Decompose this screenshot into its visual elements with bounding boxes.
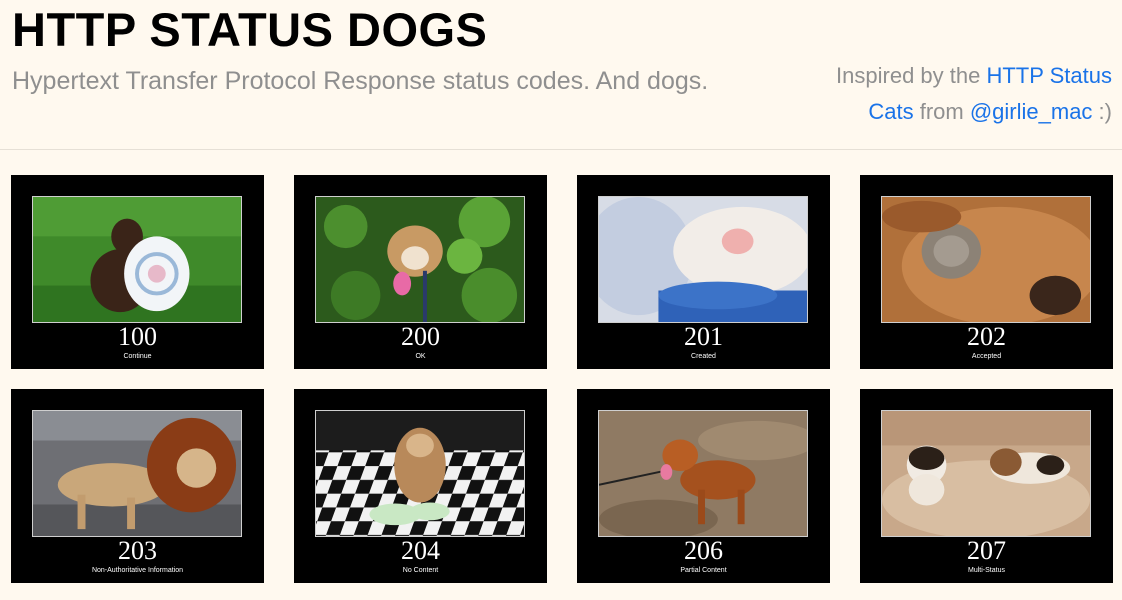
status-code: 204	[401, 536, 440, 565]
status-dog-grid: 100 Continue 200 OK 201 Created 202 Acce…	[11, 175, 1113, 583]
dog-photo-200	[315, 196, 525, 323]
status-description: No Content	[402, 567, 439, 574]
dog-photo-201	[598, 196, 808, 323]
status-description: OK	[415, 353, 426, 360]
status-code: 206	[684, 536, 723, 565]
page-header: HTTP STATUS DOGS Hypertext Transfer Prot…	[0, 0, 1122, 150]
status-code: 207	[967, 536, 1006, 565]
page-tagline: Hypertext Transfer Protocol Response sta…	[12, 67, 709, 95]
status-card-201[interactable]: 201 Created	[577, 175, 830, 369]
status-code: 201	[684, 322, 723, 351]
status-description: Accepted	[971, 353, 1002, 360]
credit-prefix: Inspired by the	[836, 63, 987, 88]
status-card-204[interactable]: 204 No Content	[294, 389, 547, 583]
status-description: Non-Authoritative Information	[91, 567, 184, 574]
credit-suffix: :)	[1092, 99, 1112, 124]
status-description: Created	[691, 353, 716, 360]
dog-photo-100	[32, 196, 242, 323]
status-code: 203	[118, 536, 157, 565]
dog-photo-207	[881, 410, 1091, 537]
dog-photo-204	[315, 410, 525, 537]
credit-mid: from	[913, 99, 970, 124]
credit-note: Inspired by the HTTP Status Cats from @g…	[802, 58, 1112, 130]
status-card-200[interactable]: 200 OK	[294, 175, 547, 369]
status-code: 100	[118, 322, 157, 351]
dog-photo-206	[598, 410, 808, 537]
status-description: Multi-Status	[968, 567, 1005, 574]
girlie-mac-link[interactable]: @girlie_mac	[970, 99, 1093, 124]
status-card-203[interactable]: 203 Non-Authoritative Information	[11, 389, 264, 583]
status-description: Partial Content	[680, 567, 727, 574]
status-card-206[interactable]: 206 Partial Content	[577, 389, 830, 583]
status-card-100[interactable]: 100 Continue	[11, 175, 264, 369]
status-code: 200	[401, 322, 440, 351]
status-description: Continue	[123, 353, 152, 360]
dog-photo-202	[881, 196, 1091, 323]
status-code: 202	[967, 322, 1006, 351]
status-card-202[interactable]: 202 Accepted	[860, 175, 1113, 369]
dog-photo-203	[32, 410, 242, 537]
status-card-207[interactable]: 207 Multi-Status	[860, 389, 1113, 583]
page-title: HTTP STATUS DOGS	[12, 3, 488, 56]
